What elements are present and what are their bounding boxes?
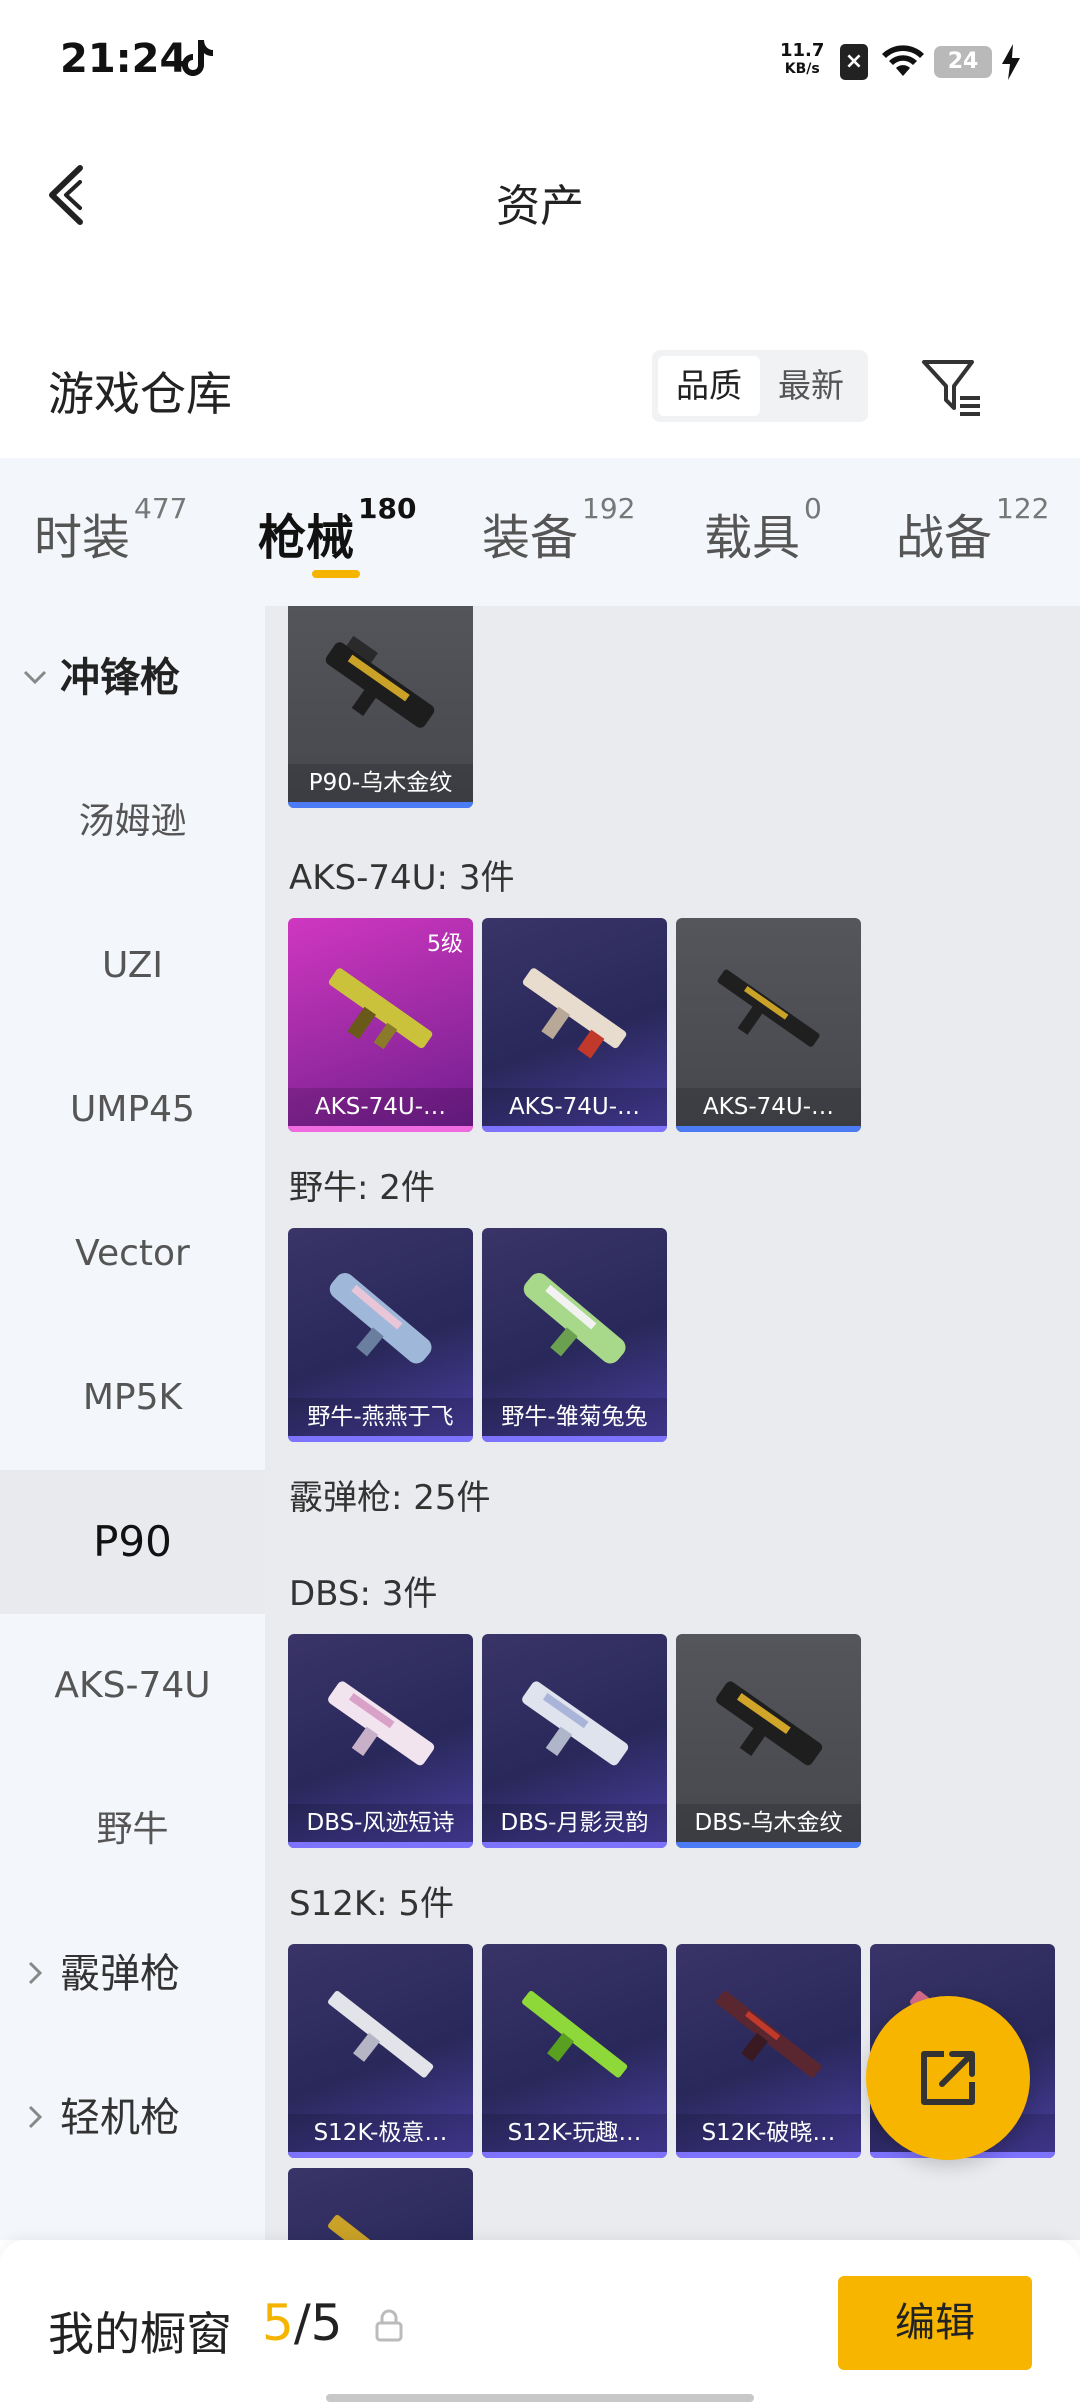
showcase-label: 我的橱窗 <box>48 2307 232 2361</box>
sidebar-group-shotgun[interactable]: 霰弹枪 <box>0 1902 265 2046</box>
weapon-card[interactable]: DBS-乌木金纹 <box>676 1634 861 1848</box>
rarity-stripe <box>288 1436 473 1442</box>
tab-vehicles[interactable]: 载具0 <box>704 492 822 588</box>
category-header: 霰弹枪: 25件 <box>289 1478 491 1518</box>
weapon-skin-image <box>328 968 433 1050</box>
sidebar-item-p90[interactable]: P90 <box>0 1470 265 1614</box>
showcase-count: 5/5 <box>262 2294 343 2352</box>
sidebar-item-ump45[interactable]: UMP45 <box>0 1038 265 1182</box>
card-name: DBS-月影灵韵 <box>482 1804 667 1842</box>
weapon-skin-image <box>328 1681 435 1766</box>
card-name: 野牛-燕燕于飞 <box>288 1398 473 1436</box>
weapon-card[interactable]: P90-乌木金纹 <box>288 606 473 808</box>
weapon-skin-image <box>325 635 435 728</box>
rarity-stripe <box>288 1126 473 1132</box>
weapon-skin-image <box>717 969 820 1047</box>
group-label: DBS: 3件 <box>289 1574 438 1614</box>
card-name: AKS-74U-… <box>288 1088 473 1126</box>
card-name: 野牛-雏菊兔兔 <box>482 1398 667 1436</box>
lock-icon <box>375 2309 403 2342</box>
chevron-down-icon <box>23 670 47 685</box>
tab-equipment[interactable]: 装备192 <box>482 492 635 588</box>
weapon-skin-image <box>716 1681 823 1766</box>
sidebar-item-vector[interactable]: Vector <box>0 1182 265 1326</box>
section-title: 游戏仓库 <box>48 367 232 421</box>
weapon-skin-image <box>523 1273 626 1364</box>
group-label: 野牛: 2件 <box>289 1168 435 1208</box>
weapon-card[interactable]: DBS-月影灵韵 <box>482 1634 667 1848</box>
weapon-card[interactable]: DBS-风迹短诗 <box>288 1634 473 1848</box>
card-name: S12K-极意… <box>288 2114 473 2152</box>
card-name: AKS-74U-… <box>482 1088 667 1126</box>
tab-tactical[interactable]: 战备122 <box>896 492 1049 588</box>
filter-icon[interactable] <box>920 356 984 420</box>
weapon-skin-image <box>522 1681 629 1766</box>
wifi-icon <box>882 45 924 76</box>
weapon-card[interactable] <box>288 2168 473 2240</box>
weapon-category-sidebar: 冲锋枪 汤姆逊 UZI UMP45 Vector MP5K P90 AKS-74… <box>0 606 265 2240</box>
weapon-skin-image <box>522 968 627 1059</box>
sidebar-item-aks74u[interactable]: AKS-74U <box>0 1614 265 1758</box>
sort-toggle: 品质 最新 <box>652 350 868 422</box>
sidebar-item-thompson[interactable]: 汤姆逊 <box>0 750 265 894</box>
active-tab-indicator <box>312 570 360 578</box>
weapon-skin-image <box>716 1990 822 2078</box>
card-name: AKS-74U-… <box>676 1088 861 1126</box>
sort-quality-button[interactable]: 品质 <box>658 356 760 416</box>
weapon-card[interactable]: 5级 AKS-74U-… <box>288 918 473 1132</box>
weapon-card[interactable]: 野牛-燕燕于飞 <box>288 1228 473 1442</box>
weapon-card[interactable]: S12K-玩趣… <box>482 1944 667 2158</box>
card-name: S12K-玩趣… <box>482 2114 667 2152</box>
weapon-card[interactable]: AKS-74U-… <box>482 918 667 1132</box>
rarity-stripe <box>482 1126 667 1132</box>
weapon-card[interactable]: S12K-极意… <box>288 1944 473 2158</box>
edit-button[interactable]: 编辑 <box>838 2276 1032 2370</box>
sidebar-group-lmg[interactable]: 轻机枪 <box>0 2046 265 2190</box>
group-label: S12K: 5件 <box>289 1884 455 1924</box>
tiktok-icon <box>182 40 213 76</box>
sidebar-item-bison[interactable]: 野牛 <box>0 1758 265 1902</box>
category-tabs: 时装477 枪械180 装备192 载具0 战备122 <box>0 458 1080 606</box>
rarity-stripe <box>482 2152 667 2158</box>
chevron-right-icon <box>28 1961 43 1985</box>
tab-fashion[interactable]: 时装477 <box>34 492 187 588</box>
weapon-skin-image <box>329 1273 432 1364</box>
rarity-stripe <box>288 1842 473 1848</box>
share-fab-button[interactable] <box>866 1996 1030 2160</box>
sidebar-group-smg[interactable]: 冲锋枪 <box>0 606 265 750</box>
rarity-stripe <box>482 1436 667 1442</box>
weapon-skin-image <box>328 1990 434 2078</box>
battery-indicator: 24 <box>934 46 992 78</box>
card-name: P90-乌木金纹 <box>288 764 473 802</box>
rarity-stripe <box>288 802 473 808</box>
card-name: DBS-乌木金纹 <box>676 1804 861 1842</box>
rarity-stripe <box>676 1842 861 1848</box>
weapon-card[interactable]: 野牛-雏菊兔兔 <box>482 1228 667 1442</box>
chevron-right-icon <box>28 2105 43 2129</box>
home-indicator[interactable] <box>326 2394 754 2402</box>
sidebar-item-uzi[interactable]: UZI <box>0 894 265 1038</box>
rarity-stripe <box>482 1842 667 1848</box>
showcase-bar: 我的橱窗 5/5 编辑 <box>0 2240 1080 2408</box>
share-external-icon <box>921 2051 975 2105</box>
weapon-grid: P90-乌木金纹 AKS-74U: 3件 5级 AKS-74U-… AKS-74… <box>265 606 1080 2240</box>
card-name: DBS-风迹短诗 <box>288 1804 473 1842</box>
status-time: 21:24 <box>60 36 188 82</box>
rarity-stripe <box>288 2152 473 2158</box>
weapon-card[interactable]: S12K-破晓… <box>676 1944 861 2158</box>
group-label: AKS-74U: 3件 <box>289 858 515 898</box>
weapon-skin-image <box>522 1990 628 2078</box>
charging-bolt-icon <box>1002 44 1020 80</box>
network-speed: 11.7 KB/s <box>780 40 825 78</box>
rarity-stripe <box>676 2152 861 2158</box>
card-name: S12K-破晓… <box>676 2114 861 2152</box>
status-bar: 21:24 11.7 KB/s × 24 <box>0 0 1080 120</box>
no-sim-icon: × <box>840 44 868 80</box>
page-title: 资产 <box>496 181 584 232</box>
rarity-stripe <box>676 1126 861 1132</box>
weapon-skin-image <box>328 2214 434 2240</box>
sort-newest-button[interactable]: 最新 <box>760 356 862 416</box>
weapon-card[interactable]: AKS-74U-… <box>676 918 861 1132</box>
sidebar-item-mp5k[interactable]: MP5K <box>0 1326 265 1470</box>
